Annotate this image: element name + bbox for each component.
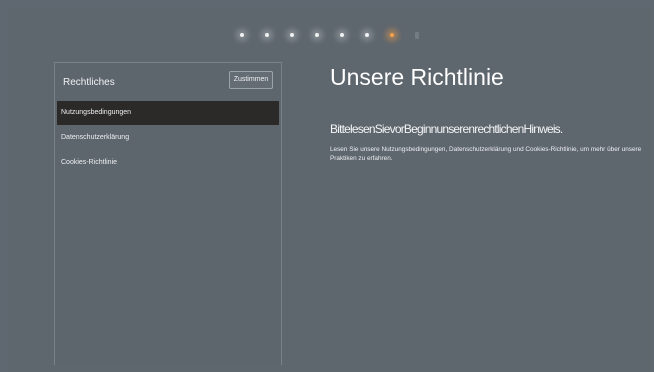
sidebar-header: Rechtliches Zustimmen bbox=[55, 63, 281, 99]
progress-step-1 bbox=[240, 33, 244, 37]
legal-sidebar-panel: Rechtliches Zustimmen Nutzungsbedingunge… bbox=[54, 62, 282, 365]
progress-step-5 bbox=[340, 33, 344, 37]
accept-button[interactable]: Zustimmen bbox=[229, 71, 273, 89]
menu-item-privacy[interactable]: Datenschutzerklärung bbox=[57, 126, 279, 150]
legal-menu: Nutzungsbedingungen Datenschutzerklärung… bbox=[57, 101, 279, 176]
progress-step-8 bbox=[415, 31, 419, 39]
progress-step-6 bbox=[365, 33, 369, 37]
page-description: Lesen Sie unsere Nutzungsbedingungen, Da… bbox=[330, 146, 642, 162]
progress-step-3 bbox=[290, 33, 294, 37]
menu-item-cookies[interactable]: Cookies-Richtlinie bbox=[57, 151, 279, 175]
progress-step-2 bbox=[265, 33, 269, 37]
progress-step-7-active bbox=[390, 33, 394, 37]
progress-step-4 bbox=[315, 33, 319, 37]
progress-indicator bbox=[240, 29, 440, 41]
sidebar-title: Rechtliches bbox=[63, 77, 115, 88]
page-subtitle: BittelesenSievorBeginnunserenrechtlichen… bbox=[330, 122, 563, 136]
page-title: Unsere Richtlinie bbox=[330, 64, 504, 90]
menu-item-terms[interactable]: Nutzungsbedingungen bbox=[57, 101, 279, 125]
